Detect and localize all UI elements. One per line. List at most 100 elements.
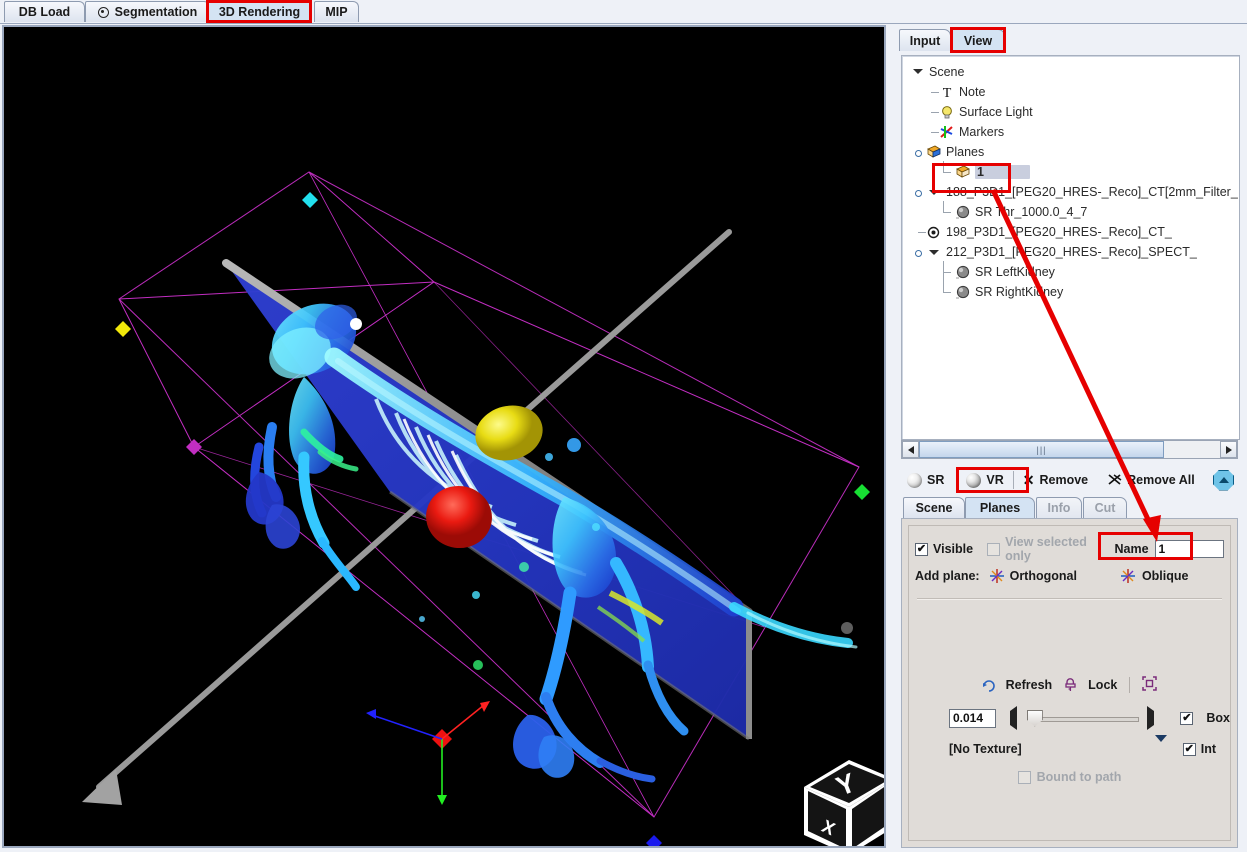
- tab-cut[interactable]: Cut: [1083, 497, 1127, 518]
- 3d-rendering-viewport[interactable]: Y X: [4, 27, 884, 846]
- handle-white: [350, 318, 362, 330]
- tree-item-plane-1[interactable]: 1: [906, 161, 1239, 182]
- tree-item-sr-thr[interactable]: SR Thr_1000.0_4_7: [906, 201, 1239, 222]
- visible-checkbox[interactable]: ✔: [915, 542, 928, 556]
- expand-triangle-icon[interactable]: [925, 184, 942, 200]
- tree-item-markers-label: Markers: [959, 125, 1005, 139]
- view-selected-only-checkbox[interactable]: [987, 542, 1001, 556]
- tree-item-note-label: Note: [959, 85, 986, 99]
- remove-all-button[interactable]: Remove All: [1108, 473, 1195, 488]
- texture-combo[interactable]: [No Texture]: [949, 742, 1022, 756]
- texture-dropdown-button[interactable]: [1154, 735, 1167, 756]
- tab-3d-rendering[interactable]: 3D Rendering: [207, 1, 312, 22]
- viewport-frame: Y X: [2, 25, 886, 848]
- tree-item-surface-light[interactable]: Surface Light: [906, 102, 1239, 122]
- lock-icon: [1064, 678, 1078, 692]
- tree-item-scene[interactable]: Scene: [906, 62, 1239, 82]
- tree-item-dataset-198[interactable]: 198_P3D1_[PEG20_HRES-_Reco]_CT_: [906, 222, 1239, 242]
- bound-to-path-row: Bound to path: [909, 766, 1230, 788]
- tab-input[interactable]: Input: [899, 29, 951, 51]
- tree-item-planes[interactable]: Planes: [906, 142, 1239, 162]
- scroll-left-button[interactable]: [902, 441, 919, 458]
- tab-db-load[interactable]: DB Load: [4, 1, 85, 22]
- opacity-increment-button[interactable]: [1147, 706, 1155, 730]
- expand-triangle-icon[interactable]: [925, 244, 942, 260]
- bound-to-path-checkbox[interactable]: [1017, 770, 1031, 784]
- tab-scene[interactable]: Scene: [903, 497, 965, 518]
- tree-item-dataset-188[interactable]: 188_P3D1_[PEG20_HRES-_Reco]_CT[2mm_Filte…: [906, 182, 1239, 202]
- planes-visibility-row: ✔ Visible View selected only Name 1: [915, 535, 1224, 563]
- scrollbar-thumb[interactable]: |||: [919, 441, 1164, 458]
- oblique-button[interactable]: Oblique: [1142, 569, 1189, 583]
- slider-thumb[interactable]: [1026, 709, 1043, 727]
- scrollbar-track[interactable]: |||: [919, 441, 1220, 458]
- refresh-icon: [982, 678, 996, 692]
- name-input-value: 1: [1158, 542, 1166, 556]
- planes-properties-inner: ✔ Visible View selected only Name 1 Add …: [908, 525, 1231, 841]
- tree-item-note[interactable]: T Note: [906, 82, 1239, 102]
- scene-tree[interactable]: Scene T Note Surface Light Markers Plane…: [901, 55, 1240, 440]
- svg-text:T: T: [942, 86, 951, 99]
- text-note-icon: T: [938, 84, 955, 100]
- lightbulb-icon: [938, 104, 955, 120]
- opacity-value: 0.014: [953, 711, 984, 725]
- expand-knob-icon[interactable]: [912, 182, 925, 202]
- orthogonal-button[interactable]: Orthogonal: [1010, 569, 1077, 583]
- right-panel: Input View Scene T Note Surface Light Ma…: [893, 27, 1245, 848]
- plane-cube-icon: [954, 164, 971, 180]
- tab-segmentation[interactable]: Segmentation: [85, 1, 210, 22]
- collapse-panel-button[interactable]: [1213, 469, 1234, 491]
- expand-knob-icon[interactable]: [912, 142, 925, 162]
- tab-segmentation-label: Segmentation: [114, 5, 198, 19]
- tab-planes[interactable]: Planes: [965, 497, 1035, 518]
- tree-connector: [925, 82, 939, 102]
- sphere-sr-icon: [907, 472, 922, 488]
- int-checkbox[interactable]: ✔: [1182, 742, 1196, 756]
- tools-divider: [1129, 677, 1131, 693]
- tab-scene-label: Scene: [915, 501, 953, 515]
- tree-item-dataset-212[interactable]: 212_P3D1_[PEG20_HRES-_Reco]_SPECT_: [906, 242, 1239, 262]
- app-window: DB Load Segmentation 3D Rendering MIP Y …: [0, 0, 1247, 852]
- slider-track: [1038, 716, 1140, 722]
- tab-view[interactable]: View: [951, 29, 1005, 51]
- main-tab-bar: DB Load Segmentation 3D Rendering MIP: [0, 0, 1247, 24]
- lock-label: Lock: [1088, 678, 1118, 692]
- expand-triangle-icon[interactable]: [912, 62, 925, 82]
- tree-item-markers[interactable]: Markers: [906, 122, 1239, 142]
- tab-info[interactable]: Info: [1036, 497, 1082, 518]
- sphere-vr-icon: [966, 472, 982, 488]
- name-label: Name: [1114, 542, 1149, 556]
- sr-button[interactable]: SR: [907, 472, 944, 488]
- tree-item-sr-leftkidney[interactable]: SR LeftKidney: [906, 261, 1239, 282]
- refresh-button[interactable]: Refresh: [982, 678, 1053, 692]
- tab-mip[interactable]: MIP: [314, 1, 359, 22]
- tab-db-load-label: DB Load: [18, 5, 71, 19]
- opacity-decrement-button[interactable]: [1009, 706, 1017, 730]
- fit-bounds-button[interactable]: [1142, 676, 1158, 694]
- tree-horizontal-scrollbar[interactable]: |||: [901, 440, 1238, 459]
- scrollbar-grip: |||: [1036, 444, 1047, 455]
- expand-knob-icon[interactable]: [912, 242, 925, 262]
- refresh-label: Refresh: [1005, 678, 1053, 692]
- radio-dot-icon[interactable]: [925, 224, 942, 240]
- add-plane-row: Add plane: Orthogonal Oblique: [915, 564, 1224, 588]
- tree-item-sr-rightkidney[interactable]: SR RightKidney: [906, 281, 1239, 302]
- vr-button[interactable]: VR: [966, 472, 1004, 488]
- visible-label: Visible: [933, 542, 974, 556]
- handle-gray: [841, 622, 853, 634]
- scroll-right-button[interactable]: [1220, 441, 1237, 458]
- lock-button[interactable]: Lock: [1064, 678, 1117, 692]
- box-checkbox[interactable]: ✔: [1180, 711, 1194, 725]
- orthogonal-star-icon: [989, 569, 1004, 583]
- surface-sphere-icon: [954, 284, 971, 300]
- opacity-slider[interactable]: [1025, 709, 1140, 728]
- x-icon: ✕: [1022, 472, 1035, 488]
- view-tab-bar: Input View: [893, 27, 1245, 52]
- scene-action-toolbar: SR VR ✕ Remove Remove All: [901, 467, 1238, 493]
- name-input[interactable]: 1: [1154, 540, 1224, 558]
- remove-button[interactable]: ✕ Remove: [1023, 473, 1088, 487]
- double-x-icon: [1108, 473, 1122, 488]
- opacity-input[interactable]: 0.014: [949, 708, 996, 728]
- bound-to-path-label: Bound to path: [1036, 770, 1122, 784]
- fit-bounds-icon: [1142, 676, 1158, 691]
